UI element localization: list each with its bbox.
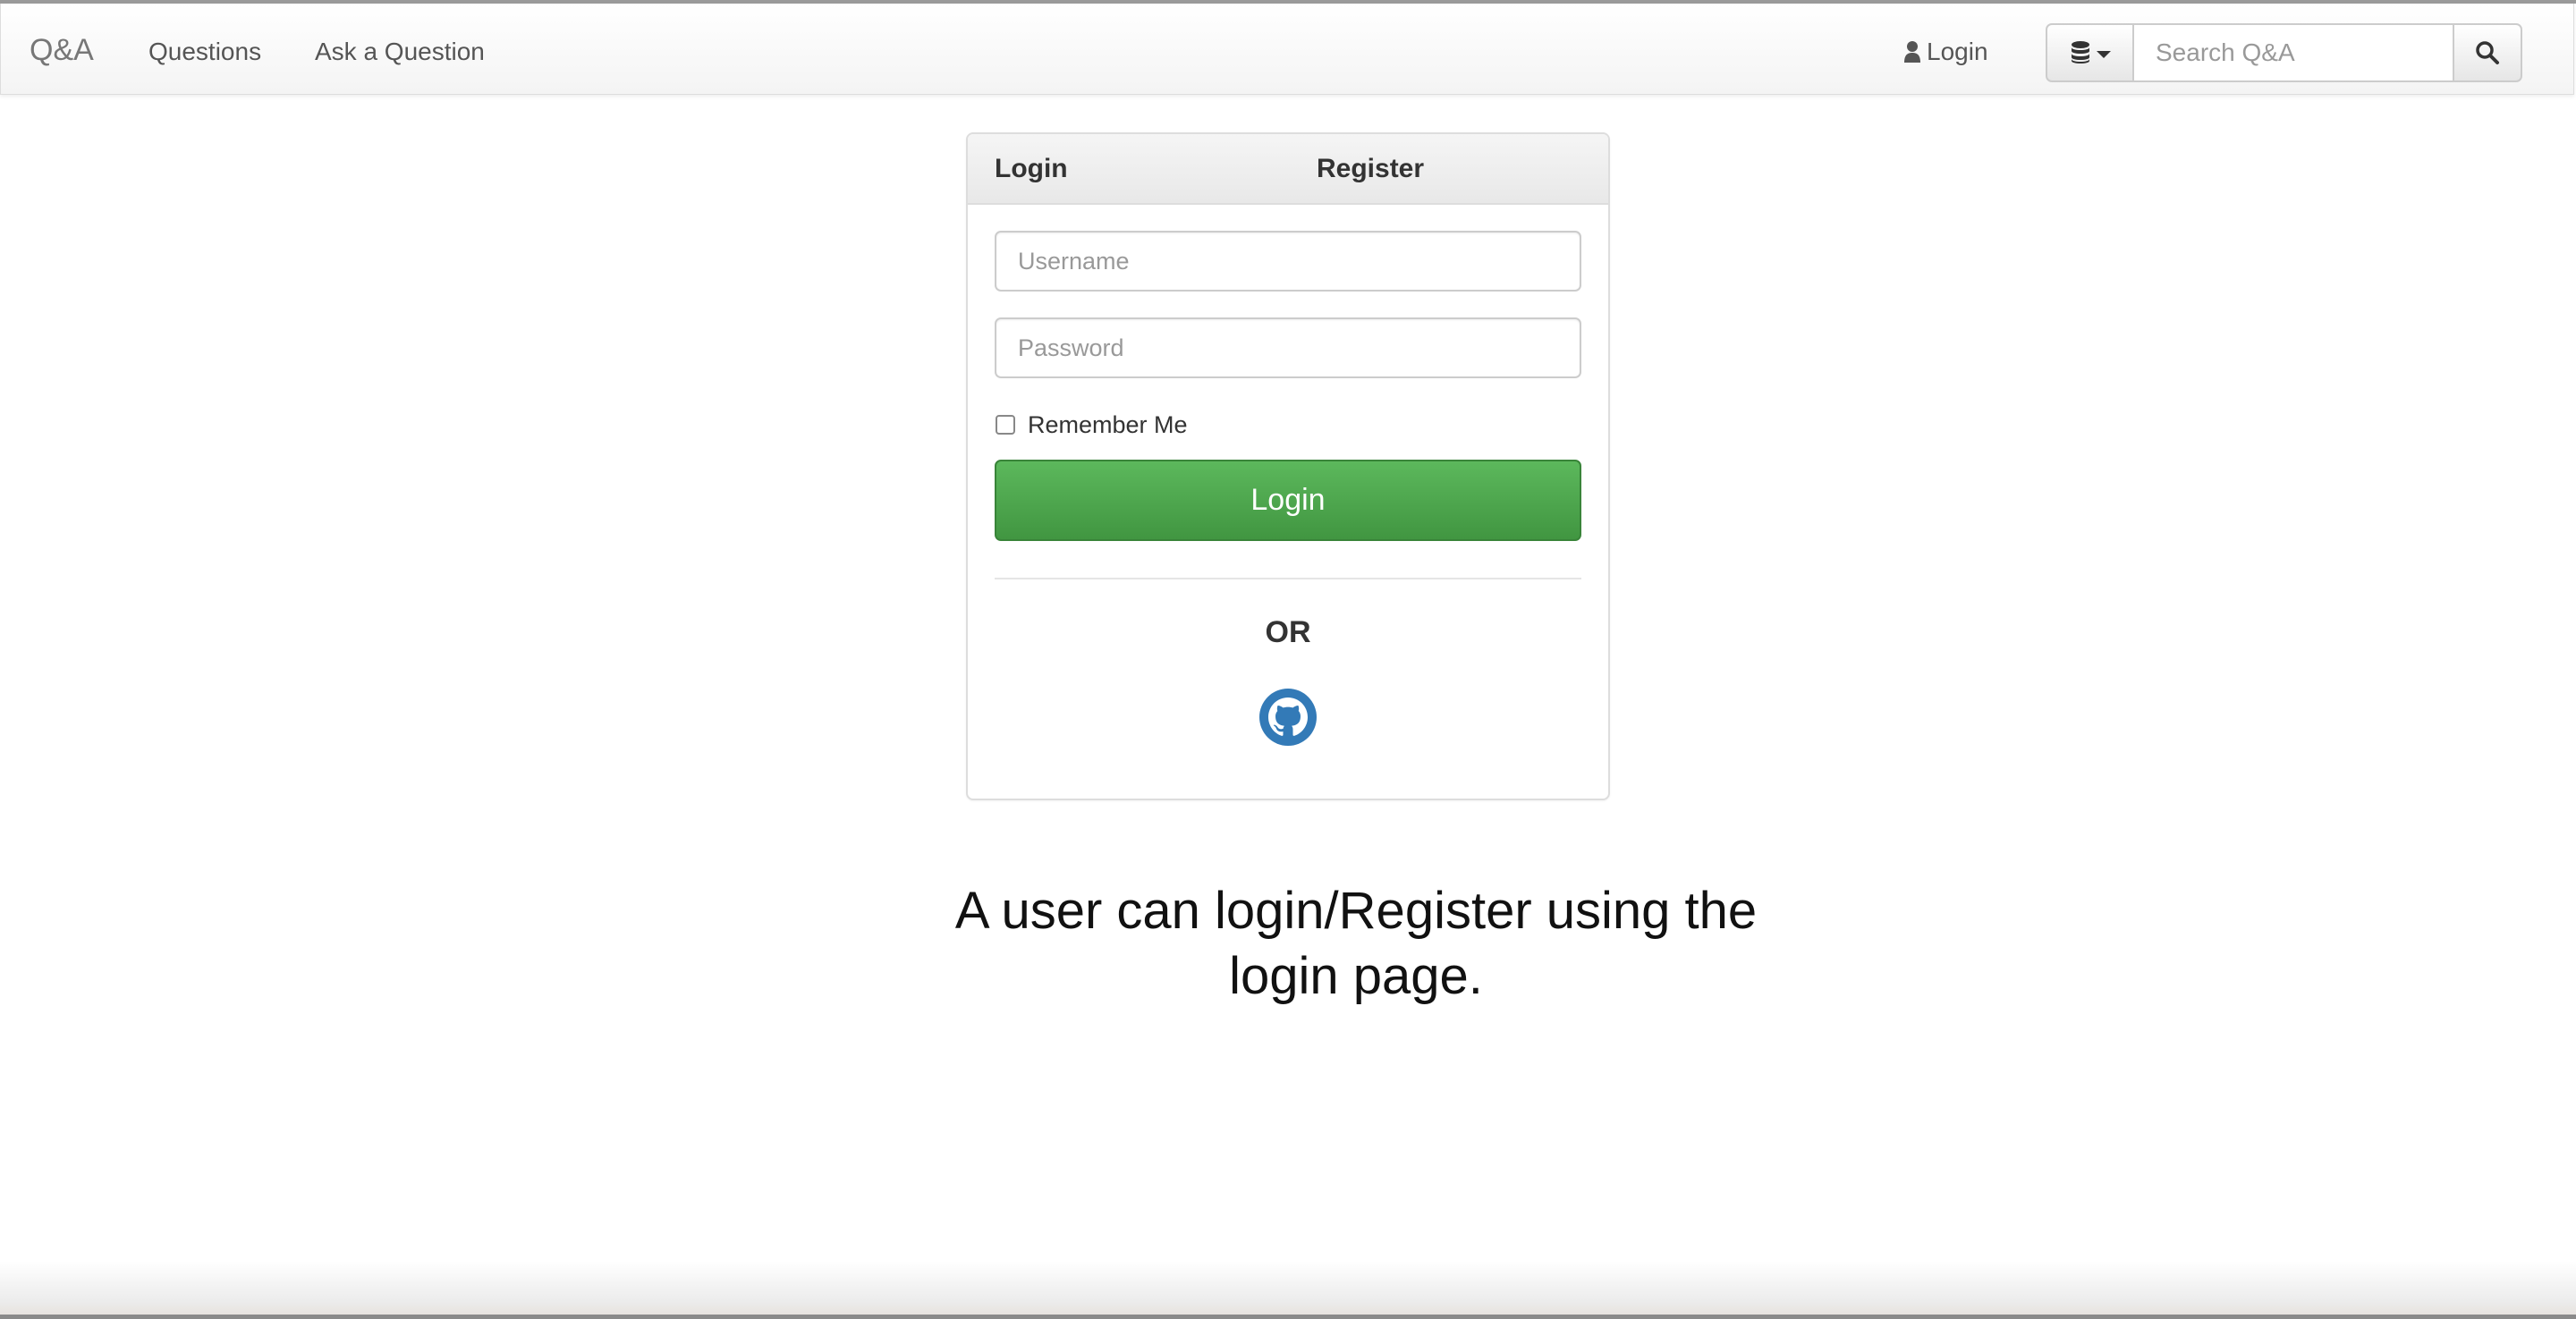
login-panel: Login Register Remember Me Login OR <box>966 132 1610 800</box>
panel-tabs: Login Register <box>968 134 1608 205</box>
or-separator-label: OR <box>1265 615 1311 649</box>
caption-line-2: login page. <box>1229 947 1483 1005</box>
username-field[interactable] <box>995 231 1581 292</box>
tab-register[interactable]: Register <box>1317 154 1424 184</box>
divider <box>995 578 1581 579</box>
search-group <box>2046 23 2522 82</box>
github-icon <box>1259 689 1317 746</box>
search-input[interactable] <box>2134 23 2453 82</box>
database-dropdown-button[interactable] <box>2046 23 2134 82</box>
user-icon <box>1904 41 1920 63</box>
github-login-link[interactable] <box>1259 689 1317 746</box>
window-bottom-edge <box>0 1315 2576 1319</box>
remember-me-label[interactable]: Remember Me <box>1028 410 1188 439</box>
navbar: Q&A Questions Ask a Question Login <box>0 4 2574 95</box>
nav-ask-question-link[interactable]: Ask a Question <box>315 37 485 67</box>
remember-me-row: Remember Me <box>996 410 1188 439</box>
caret-down-icon <box>2096 50 2111 58</box>
caption-line-1: A user can login/Register using the <box>954 882 1758 940</box>
brand-link[interactable]: Q&A <box>30 32 94 68</box>
database-icon <box>2071 41 2089 63</box>
search-icon <box>2476 41 2499 64</box>
nav-questions-link[interactable]: Questions <box>148 37 261 67</box>
nav-login-label: Login <box>1927 38 1988 65</box>
app-window: Q&A Questions Ask a Question Login Searc… <box>0 0 2576 1319</box>
password-field[interactable] <box>995 317 1581 378</box>
caption: A user can login/Register using the logi… <box>909 878 1803 1009</box>
login-submit-button[interactable]: Login <box>995 460 1581 541</box>
search-button[interactable] <box>2453 23 2522 82</box>
remember-me-checkbox[interactable] <box>996 415 1015 435</box>
window-bottom-shadow <box>0 1261 2576 1319</box>
nav-login-link[interactable]: Login <box>1903 37 1988 67</box>
tab-login[interactable]: Login <box>995 154 1068 184</box>
